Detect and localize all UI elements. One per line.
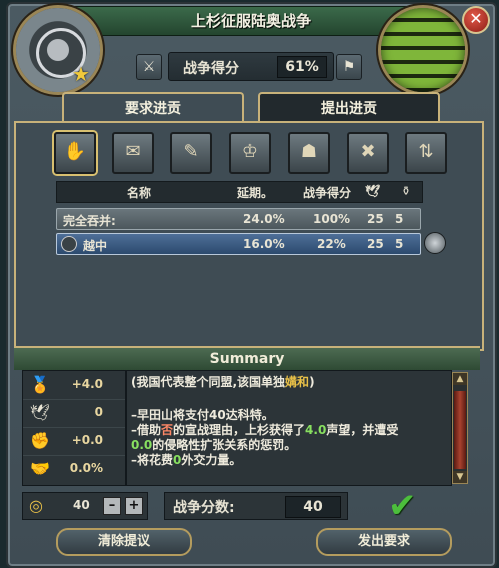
remove-row-icon[interactable] <box>424 232 446 254</box>
prestige-icon: 🏅 <box>30 375 50 394</box>
province-icon <box>61 236 77 252</box>
column-warscore: 战争得分 <box>303 186 352 200</box>
gold-decrease-button[interactable]: – <box>103 497 121 515</box>
humiliate-icon: ☗ <box>300 141 318 162</box>
diplomatic-power-icon: 🤝 <box>30 459 50 478</box>
crossed-swords-icon: ⚔ <box>136 54 162 80</box>
aggressive-expansion-icon: ✊ <box>30 431 50 450</box>
dove-icon: 🕊 <box>365 184 381 198</box>
demand-provinces-icon: ✋ <box>63 141 87 162</box>
release-nation-button[interactable]: ✉ <box>112 132 154 174</box>
effect-diplomatic-power: 🤝 0.0% <box>30 459 103 478</box>
annul-treaties-icon: ✎ <box>183 141 199 162</box>
table-row[interactable]: 完全吞并: 24.0% 100% 25 5 <box>56 208 421 230</box>
humiliate-button[interactable]: ☗ <box>288 132 330 174</box>
demand-provinces-button[interactable]: ✋ <box>54 132 96 174</box>
tab-demand-tribute[interactable]: 要求进贡 <box>62 92 244 124</box>
summary-title: Summary <box>14 346 480 370</box>
row-ae: 5 <box>395 212 404 226</box>
revoke-claims-button[interactable]: ♔ <box>229 132 271 174</box>
scroll-thumb[interactable] <box>454 391 466 469</box>
gold-value: 40 <box>73 498 90 512</box>
summary-scrollbar[interactable]: ▲ ▼ <box>452 372 468 484</box>
row-ae: 5 <box>395 237 404 251</box>
gold-increase-button[interactable]: + <box>125 497 143 515</box>
defender-flag-icon <box>381 8 465 92</box>
scroll-up-icon[interactable]: ▲ <box>453 373 467 385</box>
summary-description: (我国代表整个同盟,该国单独媾和) –早田山将支付40达科特。 –借助否的宣战理… <box>126 370 452 486</box>
acceptance-check-icon: ✔ <box>388 486 417 526</box>
row-name: 越中 <box>83 239 108 253</box>
effect-prestige: 🏅 +4.0 <box>23 371 125 400</box>
close-button[interactable]: ✕ <box>462 6 490 34</box>
dove-icon: 🕊 <box>29 403 51 422</box>
flag-icon[interactable]: ⚑ <box>336 54 362 80</box>
effects-panel: 🏅 +4.0 🕊 0 ✊ +0.0 🤝 0.0% <box>22 370 126 486</box>
gold-demand-box: ◎ 40 – + <box>22 492 148 520</box>
break-alliance-button[interactable]: ✖ <box>347 132 389 174</box>
row-warscore: 100% <box>313 212 351 226</box>
transfer-trade-icon: ⇅ <box>418 141 434 162</box>
release-nation-icon: ✉ <box>125 141 141 162</box>
row-prestige: 25 <box>367 212 384 226</box>
effect-aggressive-expansion: ✊ +0.0 <box>23 427 125 456</box>
war-score-value: 61% <box>277 56 327 78</box>
column-name: 名称 <box>127 186 152 200</box>
revoke-claims-icon: ♔ <box>241 141 259 162</box>
row-delay: 16.0% <box>243 237 285 251</box>
row-prestige: 25 <box>367 237 384 251</box>
row-delay: 24.0% <box>243 212 285 226</box>
clear-offer-button[interactable]: 清除提议 <box>56 528 192 556</box>
table-header: 名称 延期。 战争得分 🕊 ⚱ <box>56 181 423 203</box>
effect-dove: 🕊 0 <box>23 399 125 428</box>
war-score-panel: 战争得分 61% <box>168 52 334 81</box>
tab-offer-tribute[interactable]: 提出进贡 <box>258 92 440 124</box>
column-delay: 延期。 <box>237 186 274 200</box>
transfer-trade-button[interactable]: ⇅ <box>405 132 447 174</box>
gold-coins-icon: ◎ <box>29 496 43 515</box>
annul-treaties-button[interactable]: ✎ <box>170 132 212 174</box>
war-score-label: 战争得分 <box>183 61 239 77</box>
table-row[interactable]: 越中 16.0% 22% 25 5 <box>56 233 421 255</box>
leader-star-icon: ★ <box>72 62 90 86</box>
warscore-cost-label: 战争分数: <box>173 500 235 516</box>
break-alliance-icon: ✖ <box>360 141 376 162</box>
row-warscore: 22% <box>317 237 346 251</box>
send-demand-button[interactable]: 发出要求 <box>316 528 452 556</box>
row-name: 完全吞并: <box>63 214 116 228</box>
warscore-cost-value: 40 <box>285 496 341 518</box>
urn-icon: ⚱ <box>401 184 412 198</box>
scroll-down-icon[interactable]: ▼ <box>453 471 467 483</box>
warscore-cost-panel: 战争分数: 40 <box>164 492 348 520</box>
